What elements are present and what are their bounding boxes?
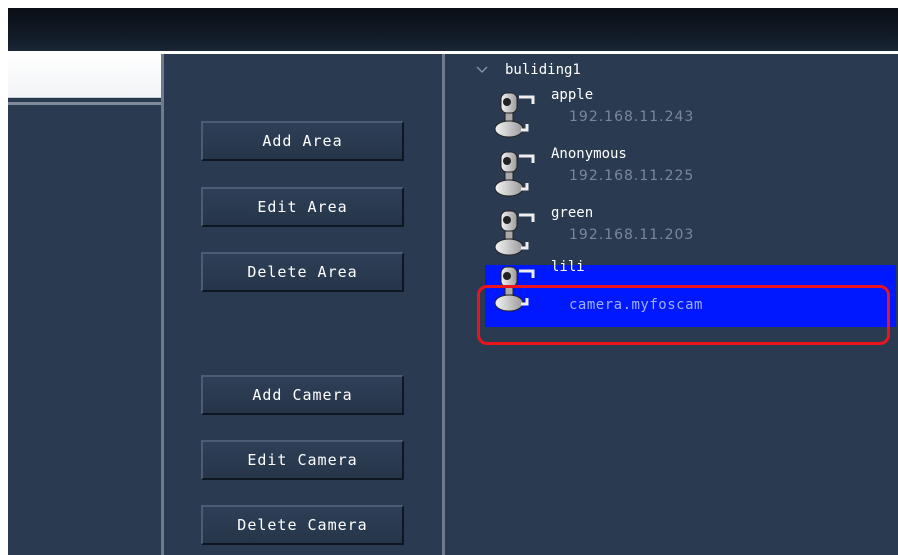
delete-area-button[interactable]: Delete Area — [201, 252, 404, 292]
camera-ip: 192.168.11.203 — [569, 227, 695, 243]
tree-camera-node[interactable]: green 192.168.11.203 — [485, 204, 896, 260]
annotation-highlight-box — [477, 285, 890, 345]
camera-name: green — [551, 205, 594, 221]
camera-ip: 192.168.11.243 — [569, 109, 695, 125]
camera-ip: 192.168.11.225 — [569, 168, 695, 184]
top-toolbar — [8, 8, 898, 51]
add-camera-button[interactable]: Add Camera — [201, 375, 404, 415]
delete-camera-button[interactable]: Delete Camera — [201, 505, 404, 545]
camera-name: Anonymous — [551, 146, 627, 162]
tree-camera-node[interactable]: Anonymous 192.168.11.225 — [485, 145, 896, 201]
edit-camera-button[interactable]: Edit Camera — [201, 440, 404, 480]
camera-icon — [494, 210, 535, 256]
left-divider — [8, 102, 161, 105]
chevron-down-icon[interactable] — [475, 63, 489, 77]
left-header-field — [8, 54, 161, 98]
tree-camera-node[interactable]: apple 192.168.11.243 — [485, 86, 896, 142]
edit-area-button[interactable]: Edit Area — [201, 187, 404, 227]
camera-name: lili — [551, 259, 585, 275]
tree-area-node[interactable]: buliding1 — [475, 60, 581, 80]
camera-icon — [494, 151, 535, 197]
left-panel — [8, 54, 161, 555]
camera-icon — [494, 92, 535, 138]
camera-name: apple — [551, 87, 594, 103]
add-area-button[interactable]: Add Area — [201, 121, 404, 161]
area-label: buliding1 — [505, 62, 581, 78]
action-panel: Add Area Edit Area Delete Area Add Camer… — [164, 54, 442, 555]
